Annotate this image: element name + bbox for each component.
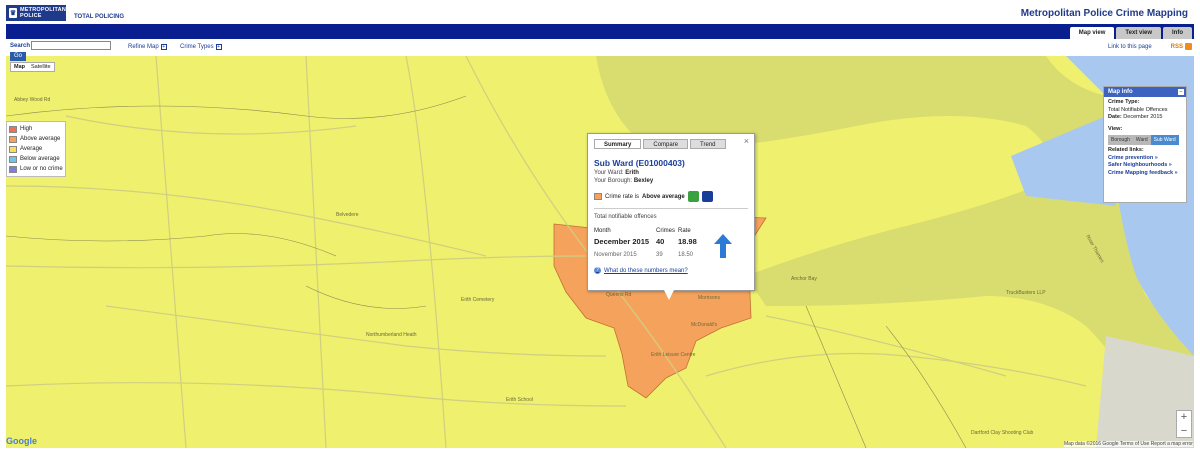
- tab-map-view[interactable]: Map view: [1069, 27, 1115, 39]
- app-title: Metropolitan Police Crime Mapping: [1020, 8, 1188, 19]
- subward-popup: × Summary Compare Trend Sub Ward (E01000…: [587, 133, 755, 291]
- crime-prevention-link[interactable]: Crime prevention »: [1104, 155, 1186, 163]
- legend-swatch: [9, 125, 17, 133]
- safer-neighbourhoods-link[interactable]: Safer Neighbourhoods »: [1104, 162, 1186, 170]
- refine-map-link[interactable]: Refine Map +: [128, 44, 167, 50]
- date-value: December 2015: [1123, 114, 1163, 120]
- tab-summary[interactable]: Summary: [594, 139, 642, 149]
- map-attribution[interactable]: Map data ©2016 Google Terms of Use Repor…: [1064, 441, 1193, 447]
- map-label-anchor-bay: Anchor Bay: [791, 276, 817, 282]
- met-police-logo[interactable]: ♛ METROPOLITAN POLICE: [6, 5, 66, 21]
- close-icon[interactable]: ×: [744, 136, 749, 146]
- map-type-map[interactable]: Map: [11, 63, 28, 71]
- legend-item: Average: [9, 144, 63, 154]
- borough-line: Your Borough: Bexley: [594, 178, 654, 184]
- crest-icon: ♛: [9, 8, 17, 18]
- map-info-panel: Map info − Crime Type: Total Notifiable …: [1103, 86, 1187, 203]
- view-tabs: Map view Text view Info: [1069, 27, 1192, 39]
- trend-up-arrow-icon: [714, 234, 732, 258]
- map-label-belvedere: Belvedere: [336, 212, 359, 218]
- legend-swatch: [9, 145, 17, 153]
- header: ♛ METROPOLITAN POLICE TOTAL POLICING Met…: [0, 0, 1200, 24]
- view-level-buttons: Borough Ward Sub Ward: [1108, 135, 1182, 145]
- rss-label: RSS: [1170, 43, 1183, 50]
- map-type-satellite[interactable]: Satellite: [28, 63, 54, 71]
- feedback-link[interactable]: Crime Mapping feedback »: [1104, 170, 1186, 178]
- map-label-dartford-clay: Dartford Clay Shooting Club: [971, 430, 1033, 436]
- crime-types-label: Crime Types: [180, 44, 214, 50]
- map-info-header: Map info −: [1104, 87, 1186, 97]
- map-label-erith-cemetery: Erith Cemetery: [461, 297, 495, 303]
- tab-trend[interactable]: Trend: [690, 139, 726, 149]
- rss-icon: [1185, 43, 1192, 50]
- map-label-queens-rd: Queens Rd: [606, 292, 632, 298]
- map-label-morrisons: Morrisons: [698, 295, 720, 301]
- ward-line: Your Ward: Erith: [594, 170, 639, 176]
- question-icon: ?: [594, 267, 601, 274]
- minimize-icon[interactable]: −: [1178, 89, 1184, 95]
- police-officer-icon[interactable]: [701, 191, 713, 202]
- map-label-erith-leisure-centre: Erith Leisure Centre: [651, 352, 696, 358]
- legend: High Above average Average Below average…: [6, 121, 66, 177]
- offences-table: Month Crimes Rate December 2015 40 18.98…: [594, 226, 748, 261]
- divider: [594, 208, 748, 209]
- map-label-northumberland-heath: Northumberland Heath: [366, 332, 417, 338]
- view-borough-button[interactable]: Borough: [1108, 135, 1133, 145]
- legend-swatch: [9, 155, 17, 163]
- borough-value: Bexley: [633, 178, 654, 184]
- zoom-control: + −: [1176, 410, 1192, 438]
- refine-map-label: Refine Map: [128, 44, 159, 50]
- crime-rate-row: Crime rate is Above average: [594, 191, 748, 202]
- map-label-abbey-wood-rd: Abbey Wood Rd: [14, 97, 51, 103]
- zoom-in-button[interactable]: +: [1177, 411, 1191, 425]
- popup-pointer: [664, 290, 674, 300]
- map-type-control: Map Satellite: [10, 62, 55, 72]
- legend-item: High: [9, 124, 63, 134]
- search-label: Search: [10, 43, 31, 49]
- zoom-out-button[interactable]: −: [1177, 425, 1191, 439]
- total-offences-label: Total notifiable offences: [594, 214, 657, 220]
- plus-icon: +: [160, 44, 167, 50]
- help-link[interactable]: ? What do these numbers mean?: [594, 267, 748, 274]
- legend-swatch: [9, 135, 17, 143]
- crime-types-link[interactable]: Crime Types +: [180, 44, 222, 50]
- view-ward-button[interactable]: Ward: [1132, 135, 1151, 145]
- map-label-mcdonalds: McDonald's: [691, 322, 717, 328]
- map-label-erith-school: Erith School: [506, 397, 533, 403]
- rss-link[interactable]: RSS: [1171, 43, 1192, 50]
- popup-tabs: Summary Compare Trend: [594, 139, 748, 149]
- legend-item: Below average: [9, 154, 63, 164]
- tagline: TOTAL POLICING: [74, 14, 125, 20]
- tab-info[interactable]: Info: [1163, 27, 1192, 39]
- google-logo: Google: [6, 436, 37, 446]
- safer-neighbourhood-icon[interactable]: [687, 191, 699, 202]
- map-label-truckbusters: TruckBusters LLP: [1006, 290, 1046, 296]
- logo-line2: POLICE: [20, 13, 42, 19]
- legend-item: Low or no crime: [9, 164, 63, 174]
- ward-value: Erith: [625, 170, 639, 176]
- tab-text-view[interactable]: Text view: [1116, 27, 1161, 39]
- view-subward-button[interactable]: Sub Ward: [1150, 135, 1179, 145]
- toolbar: Search Refine Map + Crime Types + Link t…: [0, 39, 1200, 56]
- legend-swatch: [9, 165, 17, 173]
- tab-compare[interactable]: Compare: [643, 139, 689, 149]
- legend-item: Above average: [9, 134, 63, 144]
- crime-type-value: Total Notifiable Offences: [1108, 106, 1168, 113]
- plus-icon: +: [215, 44, 222, 50]
- go-button[interactable]: Go: [10, 52, 26, 61]
- rate-swatch: [594, 193, 602, 200]
- link-to-page[interactable]: Link to this page: [1108, 44, 1152, 50]
- search-input[interactable]: [31, 41, 111, 50]
- popup-title: Sub Ward (E01000403): [594, 158, 685, 168]
- nav-bar: [6, 24, 1194, 39]
- rate-value: Above average: [642, 193, 685, 200]
